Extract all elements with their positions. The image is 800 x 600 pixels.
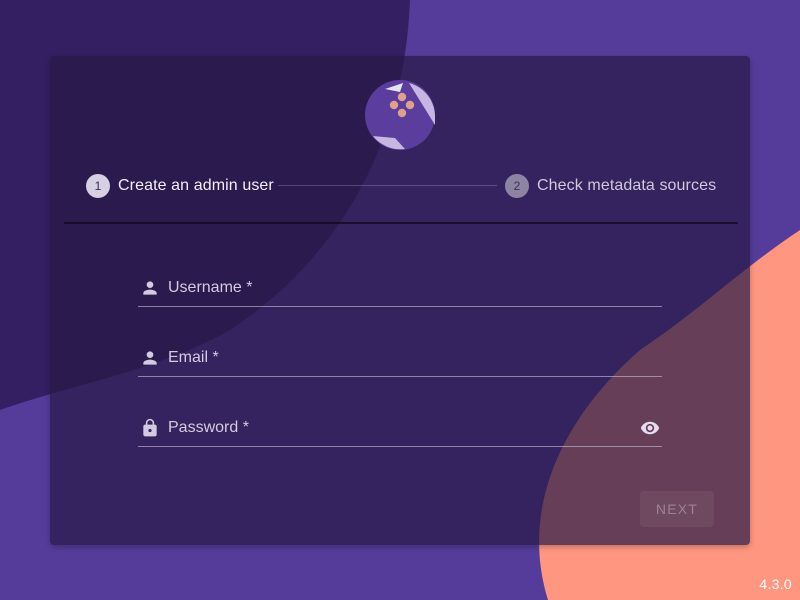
- stepper: 1 Create an admin user 2 Check metadata …: [64, 164, 738, 224]
- step-label: Create an admin user: [118, 177, 274, 194]
- person-icon: [143, 281, 157, 295]
- email-input[interactable]: [168, 346, 628, 370]
- eye-icon[interactable]: [638, 418, 662, 438]
- app-logo-icon: [365, 80, 435, 150]
- password-input[interactable]: [168, 416, 628, 440]
- username-field: [138, 270, 662, 307]
- step-number-badge: 1: [86, 174, 110, 198]
- email-field: [138, 340, 662, 377]
- next-button[interactable]: NEXT: [640, 491, 714, 527]
- step-connector: [278, 185, 497, 186]
- step-number-badge: 2: [505, 174, 529, 198]
- person-icon: [143, 351, 157, 365]
- password-field: [138, 410, 662, 447]
- username-input[interactable]: [168, 276, 628, 300]
- setup-card: 1 Create an admin user 2 Check metadata …: [50, 56, 750, 545]
- step-create-admin[interactable]: 1 Create an admin user: [86, 174, 274, 198]
- lock-icon: [143, 418, 157, 437]
- version-label: 4.3.0: [759, 576, 792, 592]
- step-check-metadata[interactable]: 2 Check metadata sources: [505, 174, 716, 198]
- step-label: Check metadata sources: [537, 177, 717, 194]
